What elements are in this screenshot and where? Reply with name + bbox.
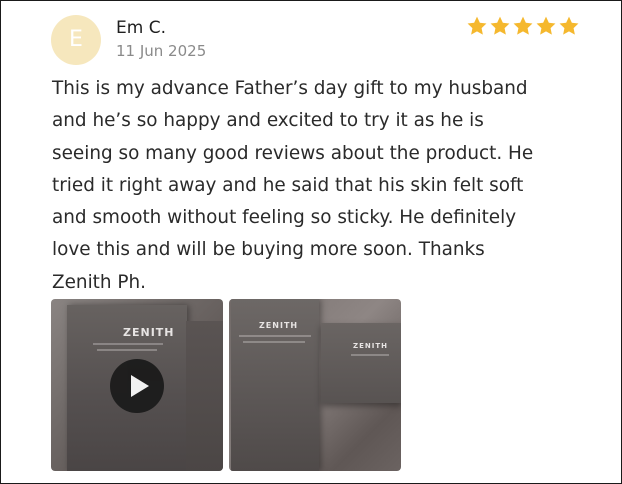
avatar: E — [51, 15, 101, 65]
product-fine-print — [239, 335, 311, 337]
product-fine-print — [97, 349, 157, 351]
product-fine-print — [351, 354, 389, 356]
star-icon — [490, 16, 510, 35]
review-text-line: and he’s so happy and excited to try it … — [52, 110, 484, 132]
product-brand-label: ZENITH — [353, 342, 388, 350]
product-jar-box: ZENITH — [321, 323, 401, 403]
review-text-line: tried it right away and he said that his… — [52, 174, 524, 196]
product-fine-print — [243, 341, 305, 343]
review-card: E Em C. 11 Jun 2025 This is my advance F… — [0, 0, 622, 484]
play-button[interactable] — [110, 359, 164, 413]
review-video-thumbnail[interactable]: ZENITH — [51, 299, 223, 471]
reviewer-name: Em C. — [116, 18, 166, 38]
review-text-line: This is my advance Father’s day gift to … — [52, 78, 528, 99]
star-icon — [467, 16, 487, 35]
star-rating — [466, 15, 580, 37]
star-icon — [513, 16, 533, 35]
product-fine-print — [93, 343, 163, 345]
review-text-line: Zenith Ph. — [52, 271, 146, 293]
star-icon — [559, 16, 579, 35]
product-brand-label: ZENITH — [123, 326, 175, 339]
product-box: ZENITH — [231, 299, 319, 471]
review-text-line: love this and will be buying more soon. … — [52, 239, 485, 261]
review-text-line: seeing so many good reviews about the pr… — [52, 142, 534, 164]
review-text: This is my advance Father’s day gift to … — [52, 73, 592, 299]
review-text-line: and smooth without feeling so sticky. He… — [52, 207, 517, 229]
play-icon — [131, 375, 149, 397]
review-date: 11 Jun 2025 — [116, 42, 207, 60]
product-brand-label: ZENITH — [259, 321, 299, 330]
star-icon — [536, 16, 556, 35]
product-box-side — [186, 321, 223, 471]
review-photo-thumbnail[interactable]: ZENITH ZENITH — [229, 299, 401, 471]
